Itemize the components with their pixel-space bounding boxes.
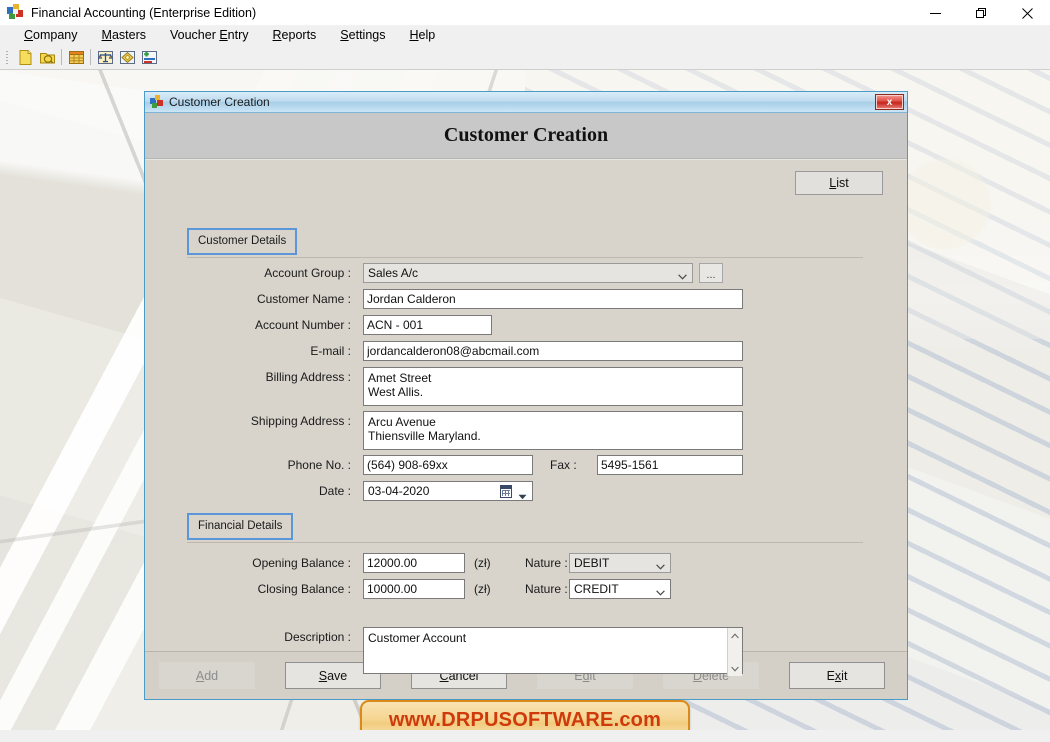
toolbar-separator	[61, 49, 62, 65]
field-row-phone-fax: Phone No. : Fax :	[187, 455, 743, 475]
voucher-icon[interactable]	[117, 47, 137, 67]
mdi-workspace: Customer Creation x Customer Creation Li…	[0, 70, 1050, 742]
dialog-body: List Customer Details Account Group : Sa…	[145, 159, 907, 676]
list-button[interactable]: List	[795, 171, 883, 195]
chevron-down-icon	[656, 585, 665, 596]
phone-input[interactable]	[363, 455, 533, 475]
toolbar-grip[interactable]	[4, 49, 11, 66]
scroll-down-icon[interactable]	[728, 661, 742, 676]
closing-nature-select[interactable]: CREDIT	[569, 579, 671, 599]
account-number-label: Account Number :	[254, 318, 351, 332]
description-scrollbar[interactable]	[727, 628, 742, 676]
menu-company[interactable]: Company	[12, 26, 90, 45]
description-wrapper: Customer Account	[363, 627, 743, 677]
window-controls	[912, 0, 1050, 26]
customer-name-input[interactable]	[363, 289, 743, 309]
field-row-description: Description : Customer Account	[187, 627, 743, 677]
description-input[interactable]: Customer Account	[363, 627, 743, 674]
close-icon[interactable]	[1004, 0, 1050, 26]
status-strip	[0, 730, 1050, 742]
chevron-down-icon	[678, 269, 687, 280]
field-row-opening-balance: Opening Balance : (zł) Nature : DEBIT	[187, 553, 671, 573]
date-label: Date :	[318, 484, 351, 498]
list-button-label: List	[829, 176, 849, 190]
opening-nature-value: DEBIT	[574, 556, 610, 570]
date-input[interactable]: 03-04-2020	[363, 481, 533, 501]
field-row-account-group: Account Group : Sales A/c ...	[187, 263, 863, 283]
group-header-financial-details[interactable]: Financial Details	[187, 513, 294, 540]
minimize-icon[interactable]	[912, 0, 958, 26]
closing-balance-currency: (zł)	[474, 582, 491, 596]
watermark-text: www.DRPUSOFTWARE.com	[388, 708, 662, 731]
customer-name-label: Customer Name :	[256, 292, 351, 306]
account-number-input[interactable]	[363, 315, 492, 335]
account-group-value: Sales A/c	[368, 266, 419, 280]
field-row-email: E-mail :	[187, 341, 743, 361]
app-title: Financial Accounting (Enterprise Edition…	[31, 5, 257, 20]
field-row-customer-name: Customer Name :	[187, 289, 743, 309]
date-value: 03-04-2020	[368, 484, 430, 498]
field-row-date: Date : 03-04-2020	[187, 481, 533, 501]
menubar: Company Masters Voucher Entry Reports Se…	[0, 26, 1050, 45]
description-label: Description :	[284, 630, 351, 644]
account-group-select[interactable]: Sales A/c	[363, 263, 693, 283]
closing-balance-label: Closing Balance :	[257, 582, 351, 596]
page-title: Customer Creation	[443, 124, 609, 146]
menu-help[interactable]: Help	[397, 26, 447, 45]
menu-settings[interactable]: Settings	[328, 26, 397, 45]
billing-address-label: Billing Address :	[265, 370, 351, 384]
opening-balance-currency: (zł)	[474, 556, 491, 570]
reports-chart-icon[interactable]	[139, 47, 159, 67]
scroll-up-icon[interactable]	[728, 628, 742, 643]
phone-label: Phone No. :	[287, 458, 351, 472]
group-header-customer-details[interactable]: Customer Details	[187, 228, 298, 255]
opening-balance-input[interactable]	[363, 553, 465, 573]
account-group-browse-button[interactable]: ...	[699, 263, 723, 283]
dialog-title: Customer Creation	[169, 95, 270, 109]
restore-icon[interactable]	[958, 0, 1004, 26]
email-label: E-mail :	[310, 344, 351, 358]
field-row-billing-address: Billing Address : Amet Street West Allis…	[187, 367, 743, 406]
ledger-table-icon[interactable]	[66, 47, 86, 67]
chevron-down-icon[interactable]	[518, 489, 527, 500]
menu-reports[interactable]: Reports	[261, 26, 329, 45]
dialog-titlebar: Customer Creation x	[145, 92, 907, 113]
closing-nature-label: Nature :	[525, 582, 568, 596]
open-company-icon[interactable]	[37, 47, 57, 67]
application-window: Financial Accounting (Enterprise Edition…	[0, 0, 1050, 742]
field-row-account-number: Account Number :	[187, 315, 492, 335]
fax-label: Fax :	[550, 458, 577, 472]
field-row-shipping-address: Shipping Address : Arcu Avenue Thiensvil…	[187, 411, 743, 450]
dialog-header-band: Customer Creation	[145, 113, 907, 159]
dialog-close-button[interactable]: x	[875, 94, 904, 110]
opening-nature-label: Nature :	[525, 556, 568, 570]
chevron-down-icon	[656, 559, 665, 570]
exit-button[interactable]: Exit	[789, 662, 885, 689]
toolbar	[0, 45, 1050, 70]
app-puzzle-icon	[7, 4, 24, 21]
menu-masters[interactable]: Masters	[90, 26, 158, 45]
menu-voucher-entry[interactable]: Voucher Entry	[158, 26, 261, 45]
billing-address-input[interactable]: Amet Street West Allis.	[363, 367, 743, 406]
trial-balance-icon[interactable]	[95, 47, 115, 67]
calendar-icon[interactable]	[500, 485, 512, 498]
account-group-label: Account Group :	[264, 266, 351, 280]
fax-input[interactable]	[597, 455, 743, 475]
shipping-address-input[interactable]: Arcu Avenue Thiensville Maryland.	[363, 411, 743, 450]
dialog-puzzle-icon	[150, 95, 164, 109]
shipping-address-label: Shipping Address :	[250, 414, 351, 428]
field-row-closing-balance: Closing Balance : (zł) Nature : CREDIT	[187, 579, 671, 599]
group-rule-financial	[187, 542, 863, 543]
email-input[interactable]	[363, 341, 743, 361]
opening-balance-label: Opening Balance :	[252, 556, 351, 570]
window-titlebar: Financial Accounting (Enterprise Edition…	[0, 0, 1050, 26]
new-company-icon[interactable]	[15, 47, 35, 67]
toolbar-separator	[90, 49, 91, 65]
customer-creation-dialog: Customer Creation x Customer Creation Li…	[144, 91, 908, 700]
closing-balance-input[interactable]	[363, 579, 465, 599]
exit-button-label: Exit	[826, 668, 848, 683]
closing-nature-value: CREDIT	[574, 582, 619, 596]
group-rule-customer	[187, 257, 863, 258]
opening-nature-select[interactable]: DEBIT	[569, 553, 671, 573]
